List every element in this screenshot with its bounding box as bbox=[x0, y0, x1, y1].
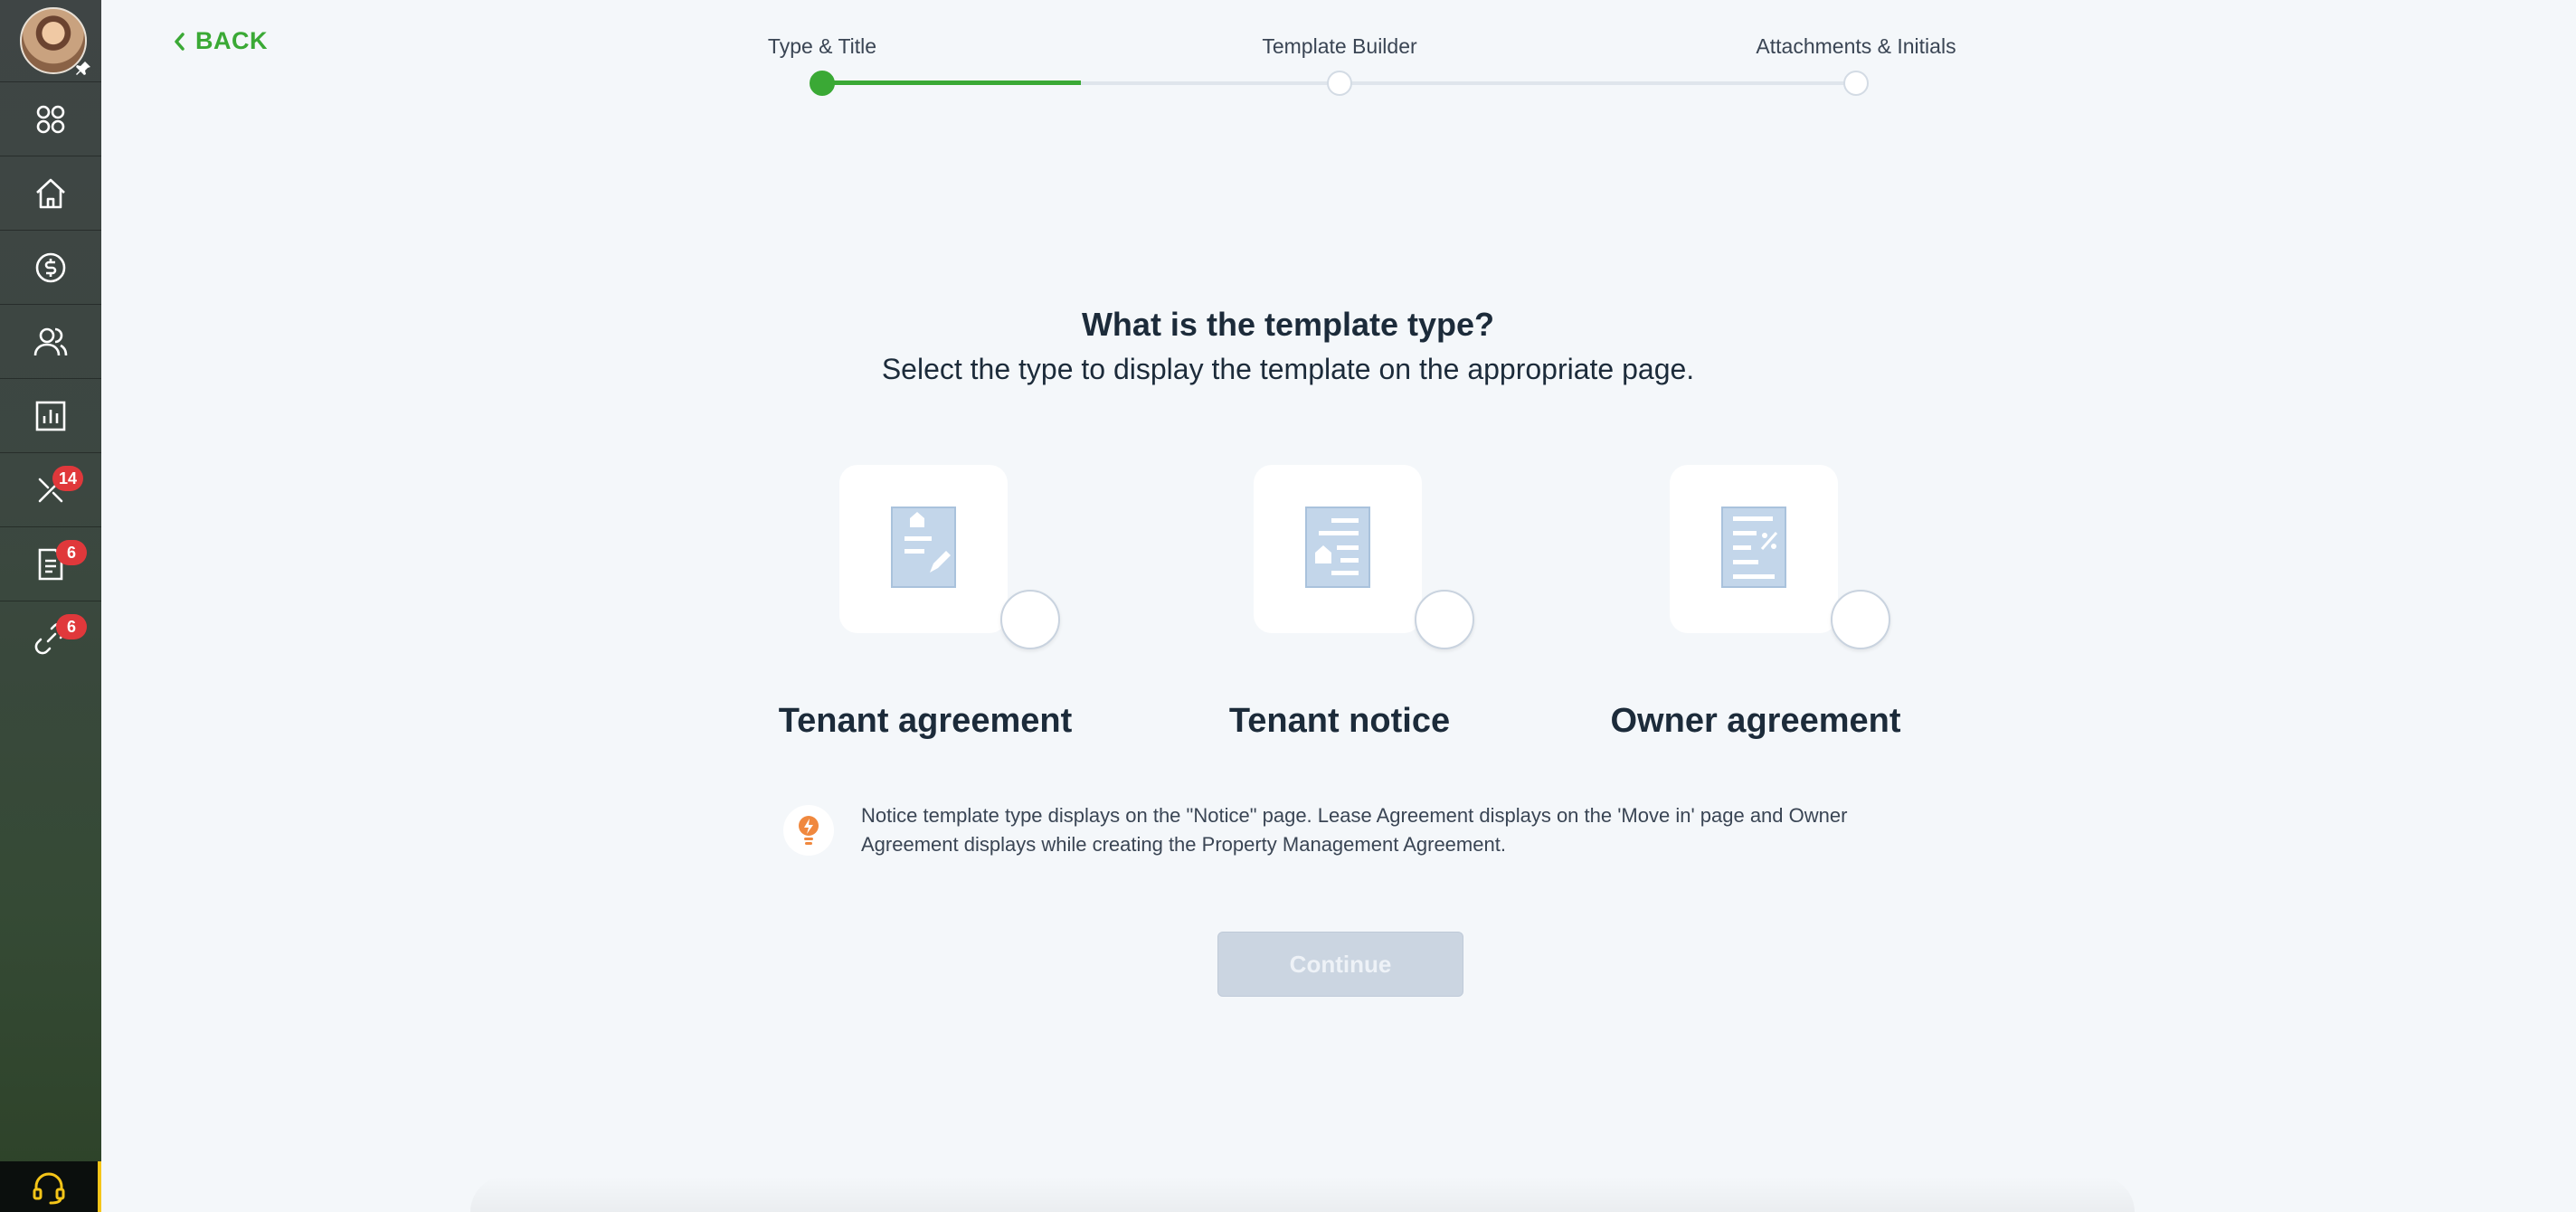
step-label-template-builder[interactable]: Template Builder bbox=[1262, 34, 1416, 59]
agreement-doc-icon bbox=[890, 506, 957, 593]
option-radio[interactable] bbox=[1415, 590, 1474, 649]
step-dot-attachments-initials[interactable] bbox=[1843, 71, 1869, 96]
page-title: What is the template type? bbox=[1081, 306, 1495, 343]
apps-icon bbox=[36, 105, 65, 133]
sidebar-item-payments[interactable] bbox=[0, 230, 101, 304]
info-text: Notice template type displays on the "No… bbox=[861, 804, 1848, 856]
home-icon bbox=[36, 178, 65, 208]
chart-icon bbox=[35, 401, 66, 431]
chevron-left-icon bbox=[175, 32, 185, 51]
option-card[interactable] bbox=[839, 465, 1008, 633]
option-radio[interactable] bbox=[1000, 590, 1060, 649]
step-dot-template-builder[interactable] bbox=[1327, 71, 1352, 96]
support-button[interactable] bbox=[0, 1161, 101, 1212]
info-bulb bbox=[783, 805, 834, 856]
user-avatar[interactable] bbox=[20, 7, 90, 75]
pin-icon[interactable] bbox=[74, 60, 92, 78]
back-label: BACK bbox=[195, 27, 268, 54]
dollar-icon bbox=[35, 252, 66, 282]
option-card[interactable] bbox=[1254, 465, 1422, 633]
option-label[interactable]: Tenant notice bbox=[1181, 702, 1498, 741]
option-card[interactable] bbox=[1670, 465, 1838, 633]
sidebar-item-reports[interactable] bbox=[0, 378, 101, 452]
notice-doc-icon bbox=[1304, 506, 1371, 593]
back-button[interactable]: BACK bbox=[172, 27, 268, 55]
option-label[interactable]: Tenant agreement bbox=[767, 702, 1084, 741]
option-tenant-agreement[interactable]: Tenant agreement bbox=[767, 465, 1093, 754]
headset-icon bbox=[33, 1172, 65, 1205]
sidebar: 14 6 6 bbox=[0, 0, 101, 1212]
step-progress-bar bbox=[822, 80, 1081, 85]
bottom-panel-shadow bbox=[470, 1176, 2135, 1212]
integrations-badge: 6 bbox=[56, 614, 87, 639]
step-dot-type-title[interactable] bbox=[810, 71, 835, 96]
sidebar-item-maintenance[interactable]: 14 bbox=[0, 452, 101, 526]
option-owner-agreement[interactable]: Owner agreement bbox=[1597, 465, 1923, 754]
lightbulb-icon bbox=[799, 816, 819, 845]
documents-badge: 6 bbox=[56, 540, 87, 565]
option-radio[interactable] bbox=[1831, 590, 1890, 649]
option-tenant-notice[interactable]: Tenant notice bbox=[1181, 465, 1507, 754]
step-label-attachments-initials[interactable]: Attachments & Initials bbox=[1756, 34, 1956, 59]
sidebar-item-documents[interactable]: 6 bbox=[0, 526, 101, 601]
step-label-type-title[interactable]: Type & Title bbox=[768, 34, 876, 59]
continue-button[interactable]: Continue bbox=[1217, 932, 1463, 997]
maintenance-badge: 14 bbox=[52, 466, 84, 491]
owner-doc-icon bbox=[1720, 506, 1787, 593]
sidebar-item-integrations[interactable]: 6 bbox=[0, 601, 101, 675]
option-label[interactable]: Owner agreement bbox=[1597, 702, 1914, 741]
page-subtitle: Select the type to display the template … bbox=[881, 353, 1695, 385]
sidebar-item-apps[interactable] bbox=[0, 81, 101, 156]
sidebar-item-home[interactable] bbox=[0, 156, 101, 230]
